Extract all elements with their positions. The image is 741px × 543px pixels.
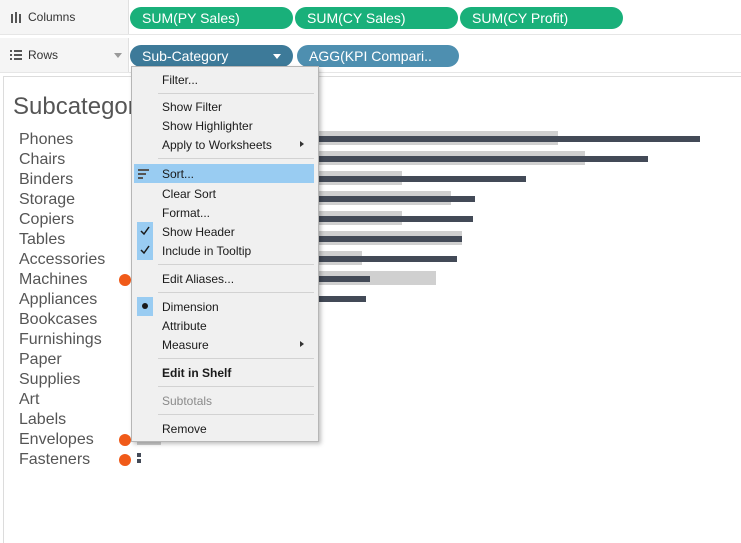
checkmark-icon xyxy=(137,241,153,260)
kpi-flag-dot-machines xyxy=(119,274,131,286)
category-label[interactable]: Binders xyxy=(19,170,73,190)
cy-sales-bar[interactable] xyxy=(317,296,366,302)
category-label[interactable]: Phones xyxy=(19,130,73,150)
sort-icon xyxy=(138,169,149,179)
menu-divider xyxy=(158,386,314,387)
category-label[interactable]: Supplies xyxy=(19,370,80,390)
menu-item-remove[interactable]: Remove xyxy=(134,419,314,438)
menu-item-attribute[interactable]: Attribute xyxy=(134,316,314,335)
cy-sales-bar[interactable] xyxy=(317,176,526,182)
menu-divider xyxy=(158,93,314,94)
pill-cy-profit[interactable]: SUM(CY Profit) xyxy=(460,7,623,29)
menu-item-dimension[interactable]: Dimension xyxy=(134,297,314,316)
menu-divider xyxy=(158,264,314,265)
category-label[interactable]: Envelopes xyxy=(19,430,94,450)
columns-label: Columns xyxy=(28,10,76,24)
cy-sales-bar[interactable] xyxy=(317,276,370,282)
menu-item-measure[interactable]: Measure xyxy=(134,335,314,354)
category-label[interactable]: Fasteners xyxy=(19,450,90,470)
menu-item-show-highlighter[interactable]: Show Highlighter xyxy=(134,116,314,135)
cy-sales-bar[interactable] xyxy=(317,196,475,202)
menu-item-clear-sort[interactable]: Clear Sort xyxy=(134,184,314,203)
category-label[interactable]: Art xyxy=(19,390,39,410)
cy-sales-bar[interactable] xyxy=(137,459,141,463)
columns-shelf[interactable]: Columns SUM(PY Sales) SUM(CY Sales) SUM(… xyxy=(0,0,741,35)
pill-cy-sales[interactable]: SUM(CY Sales) xyxy=(295,7,458,29)
category-label[interactable]: Labels xyxy=(19,410,66,430)
cy-sales-bar[interactable] xyxy=(317,136,700,142)
category-label[interactable]: Tables xyxy=(19,230,65,250)
rows-shelf[interactable]: Rows Sub-Category AGG(KPI Compari.. xyxy=(0,38,741,73)
category-label[interactable]: Chairs xyxy=(19,150,65,170)
menu-item-edit-aliases[interactable]: Edit Aliases... xyxy=(134,269,314,288)
menu-item-show-filter[interactable]: Show Filter xyxy=(134,97,314,116)
submenu-arrow-icon xyxy=(300,141,304,147)
menu-divider xyxy=(158,414,314,415)
menu-divider xyxy=(158,358,314,359)
category-label[interactable]: Appliances xyxy=(19,290,97,310)
columns-icon xyxy=(11,12,21,23)
category-label[interactable]: Bookcases xyxy=(19,310,97,330)
menu-divider xyxy=(158,292,314,293)
cy-sales-bar[interactable] xyxy=(317,216,473,222)
context-menu: Filter... Show Filter Show Highlighter A… xyxy=(131,66,319,442)
submenu-arrow-icon xyxy=(300,341,304,347)
pill-sub-category[interactable]: Sub-Category xyxy=(130,45,293,67)
category-label[interactable]: Copiers xyxy=(19,210,74,230)
menu-divider xyxy=(158,158,314,159)
worksheet-view xyxy=(3,76,741,543)
menu-item-sort[interactable]: Sort... xyxy=(134,164,314,183)
chevron-down-icon[interactable] xyxy=(273,54,281,59)
menu-item-show-header[interactable]: Show Header xyxy=(134,222,314,241)
pill-py-sales[interactable]: SUM(PY Sales) xyxy=(130,7,293,29)
menu-item-subtotals: Subtotals xyxy=(162,394,213,408)
cy-sales-bar[interactable] xyxy=(317,156,648,162)
rows-shelf-label: Rows xyxy=(0,38,129,72)
rows-icon xyxy=(10,50,22,60)
radio-selected-icon xyxy=(137,297,153,316)
menu-item-apply-to-worksheets[interactable]: Apply to Worksheets xyxy=(134,135,314,154)
pill-kpi-comparison[interactable]: AGG(KPI Compari.. xyxy=(297,45,459,67)
category-label[interactable]: Paper xyxy=(19,350,62,370)
checkmark-icon xyxy=(137,222,153,241)
category-label[interactable]: Furnishings xyxy=(19,330,102,350)
category-label[interactable]: Storage xyxy=(19,190,75,210)
kpi-flag-dot-envelopes xyxy=(119,434,131,446)
cy-sales-bar[interactable] xyxy=(317,256,457,262)
rows-label: Rows xyxy=(28,48,59,62)
kpi-flag-dot-fasteners xyxy=(119,454,131,466)
columns-shelf-label: Columns xyxy=(0,0,129,34)
cy-sales-bar[interactable] xyxy=(137,453,141,457)
pill-sub-category-label: Sub-Category xyxy=(142,48,229,64)
cy-sales-bar[interactable] xyxy=(317,236,462,242)
menu-item-include-in-tooltip[interactable]: Include in Tooltip xyxy=(134,241,314,260)
rows-dropdown-icon[interactable] xyxy=(114,53,122,58)
menu-item-format[interactable]: Format... xyxy=(134,203,314,222)
menu-item-edit-in-shelf[interactable]: Edit in Shelf xyxy=(134,363,314,382)
category-label[interactable]: Accessories xyxy=(19,250,105,270)
category-label[interactable]: Machines xyxy=(19,270,87,290)
menu-item-filter[interactable]: Filter... xyxy=(134,70,314,89)
